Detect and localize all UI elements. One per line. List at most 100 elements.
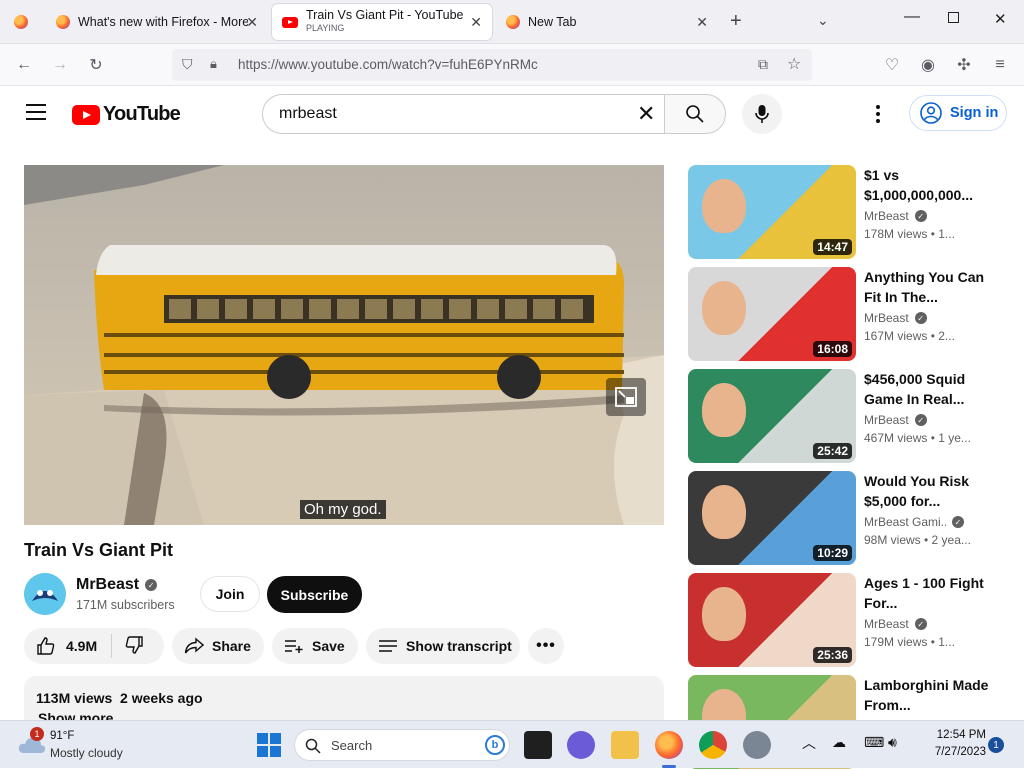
item-more-icon[interactable]: [994, 371, 998, 385]
search-button[interactable]: [664, 94, 726, 134]
channel-avatar[interactable]: [24, 573, 66, 615]
video-player[interactable]: [24, 165, 664, 525]
recommendation-title[interactable]: Lamborghini Made From...: [864, 675, 1004, 715]
recommendation-channel[interactable]: MrBeast Gami... ✓: [864, 515, 964, 529]
recommendation-channel[interactable]: MrBeast ✓: [864, 209, 927, 223]
thumbnail-face-figure: [702, 281, 746, 335]
add-to-playlist-icon: [285, 640, 303, 653]
video-thumbnail[interactable]: 16:08: [688, 267, 856, 361]
close-tab-icon[interactable]: ✕: [246, 14, 258, 31]
account-icon[interactable]: ◉: [916, 53, 940, 77]
transcript-icon: [379, 640, 397, 652]
recommendation-item[interactable]: 16:08 Anything You Can Fit In The... MrBea…: [688, 267, 1008, 363]
subscribe-button[interactable]: Subscribe: [267, 576, 362, 613]
menu-hamburger-icon[interactable]: ≡: [988, 53, 1012, 77]
extensions-icon[interactable]: ✣: [952, 53, 976, 77]
restore-window-icon[interactable]: [948, 12, 959, 23]
save-button[interactable]: Save: [272, 628, 358, 664]
like-button[interactable]: 4.9M: [24, 634, 112, 658]
item-more-icon[interactable]: [994, 473, 998, 487]
weather-alert-badge: 1: [30, 727, 44, 741]
video-thumbnail[interactable]: 25:42: [688, 369, 856, 463]
sign-in-button[interactable]: Sign in: [909, 95, 1007, 131]
tracking-protection-icon[interactable]: ⛉: [182, 56, 193, 73]
video-thumbnail[interactable]: 10:29: [688, 471, 856, 565]
firefox-taskbar-icon[interactable]: [655, 731, 683, 759]
voice-search-button[interactable]: [742, 94, 782, 134]
recommendation-title[interactable]: Ages 1 - 100 Fight For...: [864, 573, 1004, 613]
forward-icon[interactable]: →: [48, 53, 72, 77]
tab-label: What's new with Firefox - More: [78, 15, 248, 29]
close-tab-icon[interactable]: ✕: [470, 14, 482, 31]
new-tab-button[interactable]: +: [730, 10, 742, 33]
url-text[interactable]: https://www.youtube.com/watch?v=fuhE6PYn…: [238, 57, 538, 72]
search-query-text[interactable]: mrbeast: [279, 105, 337, 123]
recommendation-item[interactable]: 25:42 $456,000 Squid Game In Real... MrBea…: [688, 369, 1008, 465]
item-more-icon[interactable]: [994, 167, 998, 181]
chrome-taskbar-icon[interactable]: [699, 731, 727, 759]
dislike-button[interactable]: [112, 635, 144, 658]
lock-icon[interactable]: 🔒︎: [210, 56, 217, 72]
channel-name[interactable]: MrBeast: [76, 576, 139, 594]
show-hidden-icons-chevron-icon[interactable]: ︿: [802, 733, 816, 753]
taskbar-search-box[interactable]: Search b: [294, 729, 510, 761]
address-bar[interactable]: ⛉ 🔒︎ https://www.youtube.com/watch?v=fuh…: [172, 49, 812, 81]
bing-icon[interactable]: b: [485, 735, 505, 755]
close-window-icon[interactable]: ✕: [994, 10, 1007, 28]
recommendation-channel[interactable]: MrBeast ✓: [864, 413, 927, 427]
back-icon[interactable]: ←: [12, 53, 36, 77]
miniplayer-button[interactable]: [606, 378, 646, 416]
close-tab-icon[interactable]: ✕: [696, 14, 708, 31]
tab-firefox-whats-new[interactable]: What's new with Firefox - More ✕: [46, 4, 268, 40]
recommendation-item[interactable]: 14:47 $1 vs $1,000,000,000... MrBeast ✓ 178M…: [688, 165, 1008, 261]
recommendation-title[interactable]: Anything You Can Fit In The...: [864, 267, 1004, 307]
video-frame-school-bus: [24, 165, 664, 525]
minimize-window-icon[interactable]: —: [904, 8, 920, 26]
join-button[interactable]: Join: [200, 576, 260, 612]
bookmark-star-icon[interactable]: ☆: [787, 54, 801, 74]
recommendation-item[interactable]: 10:29 Would You Risk $5,000 for... MrBeast…: [688, 471, 1008, 567]
settings-gear-icon[interactable]: [743, 731, 771, 759]
windows-start-icon[interactable]: [257, 733, 281, 757]
thumbs-up-icon: [37, 637, 55, 655]
recommendation-channel[interactable]: MrBeast ✓: [864, 311, 927, 325]
settings-more-icon[interactable]: [876, 105, 880, 123]
clear-search-icon[interactable]: ✕: [637, 101, 655, 127]
teams-chat-icon[interactable]: [567, 731, 595, 759]
weather-widget[interactable]: 1 91°F Mostly cloudy: [16, 727, 146, 763]
recommendation-title[interactable]: Would You Risk $5,000 for...: [864, 471, 1004, 511]
video-thumbnail[interactable]: 25:36: [688, 573, 856, 667]
tab-pinned-firefox[interactable]: [0, 4, 42, 40]
recommendation-channel[interactable]: MrBeast ✓: [864, 617, 927, 631]
tab-new-tab[interactable]: New Tab ✕: [496, 4, 718, 40]
volume-icon[interactable]: 🔊︎: [888, 734, 897, 751]
recommendation-title[interactable]: $456,000 Squid Game In Real...: [864, 369, 1004, 409]
picture-in-picture-icon[interactable]: ⧉: [758, 56, 768, 73]
item-more-icon[interactable]: [994, 269, 998, 283]
reload-icon[interactable]: ↻: [84, 53, 108, 77]
show-transcript-button[interactable]: Show transcript: [366, 628, 520, 664]
recommendation-item[interactable]: Lamborghini Made From...: [688, 675, 1008, 769]
youtube-logo[interactable]: YouTube: [72, 103, 181, 126]
clock[interactable]: 12:54 PM 7/27/2023: [916, 727, 986, 761]
guide-menu-icon[interactable]: [26, 104, 46, 120]
notification-count-badge[interactable]: 1: [988, 737, 1004, 753]
pocket-icon[interactable]: ♡: [880, 53, 904, 77]
item-more-icon[interactable]: [994, 677, 998, 691]
share-button[interactable]: Share: [172, 628, 264, 664]
item-more-icon[interactable]: [994, 575, 998, 589]
list-all-tabs-icon[interactable]: ⌄: [817, 12, 829, 29]
recommendation-title[interactable]: $1 vs $1,000,000,000...: [864, 165, 1004, 205]
network-icon[interactable]: ⌨︎: [864, 734, 884, 751]
tab-youtube-active[interactable]: Train Vs Giant Pit - YouTube PLAYING ✕: [272, 4, 492, 40]
clock-time: 12:54 PM: [936, 729, 986, 741]
recommendation-item[interactable]: 25:36 Ages 1 - 100 Fight For... MrBeast ✓ 17…: [688, 573, 1008, 669]
channel-name-row[interactable]: MrBeast ✓: [76, 576, 158, 594]
task-view-icon[interactable]: [524, 731, 552, 759]
file-explorer-icon[interactable]: [611, 731, 639, 759]
video-thumbnail[interactable]: 14:47: [688, 165, 856, 259]
more-actions-button[interactable]: •••: [528, 628, 564, 664]
firefox-icon: [56, 15, 70, 29]
onedrive-cloud-icon[interactable]: ☁︎: [832, 734, 846, 751]
search-input[interactable]: mrbeast ✕: [262, 94, 664, 134]
